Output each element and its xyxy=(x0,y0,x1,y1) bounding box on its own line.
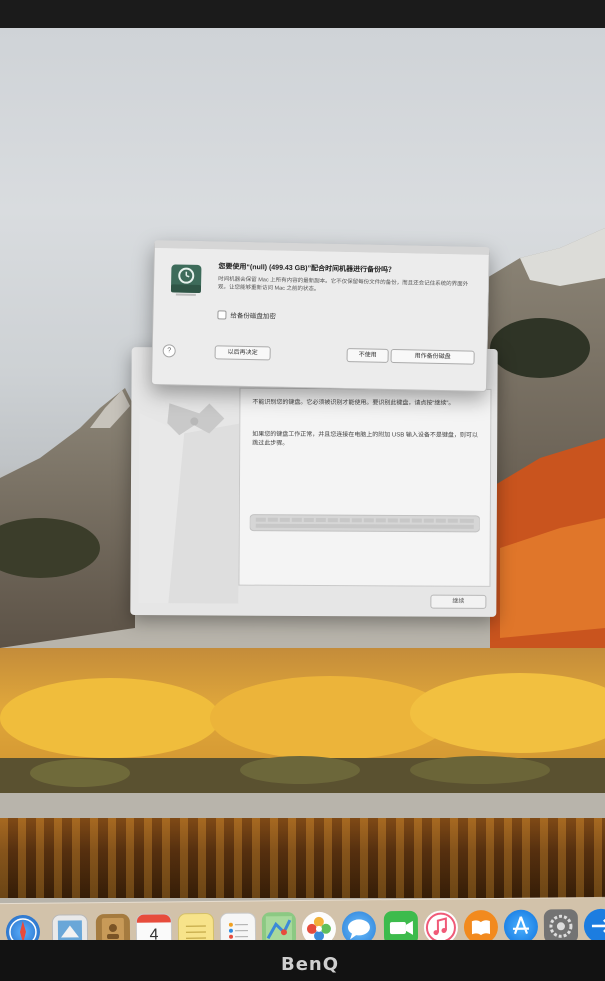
gear-icon[interactable] xyxy=(543,909,579,940)
help-button[interactable]: ? xyxy=(162,344,176,358)
setup-paragraph-1: 不能识别您的键盘。它必须被识别才能使用。要识别此键盘，请点按“继续”。 xyxy=(252,399,455,407)
map-icon[interactable] xyxy=(261,912,297,940)
lake-ripples xyxy=(0,818,605,898)
notes-icon[interactable] xyxy=(177,912,215,940)
desktop-screen: 介绍 不能识别您的键盘。它必须被识别才能使用。要识别此键盘，请点按“继续”。 如… xyxy=(0,28,605,940)
encrypt-backup-label: 给备份磁盘加密 xyxy=(230,312,276,321)
time-machine-icon xyxy=(170,264,202,296)
dialog-title: 您要使用“(null) (499.43 GB)”配合时间机器进行备份吗？ xyxy=(218,263,396,275)
dock: 4 xyxy=(0,896,605,940)
photos-flower-icon[interactable] xyxy=(301,911,337,940)
dialog-message: 时间机器会保留 Mac 上所有内容的最新副本。它不仅保留每份文件的备份，而且还会… xyxy=(217,276,469,293)
monitor-bezel: 介绍 不能识别您的键盘。它必须被识别才能使用。要识别此键盘，请点按“继续”。 如… xyxy=(0,0,605,981)
music-note-icon[interactable] xyxy=(423,910,459,940)
setup-paragraph-2: 如果您的键盘工作正常，并且您连接在电脑上的附加 USB 输入设备不是键盘，则可以… xyxy=(252,431,478,447)
time-machine-dialog: 您要使用“(null) (499.43 GB)”配合时间机器进行备份吗？ 时间机… xyxy=(150,240,490,393)
book-icon[interactable] xyxy=(463,909,499,940)
address-book-icon[interactable] xyxy=(95,913,131,940)
decide-later-button[interactable]: 以后再决定 xyxy=(214,345,271,361)
speech-bubble-icon[interactable] xyxy=(341,911,377,940)
use-as-backup-disk-button[interactable]: 用作备份磁盘 xyxy=(390,348,475,365)
calendar-icon[interactable]: 4 xyxy=(135,913,173,940)
setup-content-panel: 不能识别您的键盘。它必须被识别才能使用。要识别此键盘，请点按“继续”。 如果您的… xyxy=(238,387,492,587)
calendar-day: 4 xyxy=(149,926,159,940)
dont-use-button[interactable]: 不使用 xyxy=(346,348,389,363)
tuxedo-bowtie-illustration xyxy=(138,403,240,604)
safari-icon[interactable] xyxy=(5,914,41,940)
eagle-stamp-icon[interactable] xyxy=(51,914,89,940)
monitor-brand-logo: BenQ xyxy=(280,954,340,975)
encrypt-backup-option[interactable]: 给备份磁盘加密 xyxy=(217,309,276,321)
encrypt-backup-checkbox[interactable] xyxy=(217,309,227,320)
video-camera-icon[interactable] xyxy=(383,910,419,940)
continue-button[interactable]: 继续 xyxy=(430,594,487,609)
list-icon[interactable] xyxy=(219,912,257,940)
keyboard-illustration xyxy=(249,514,480,533)
arrows-icon[interactable] xyxy=(583,908,605,940)
app-store-icon[interactable] xyxy=(503,909,539,940)
